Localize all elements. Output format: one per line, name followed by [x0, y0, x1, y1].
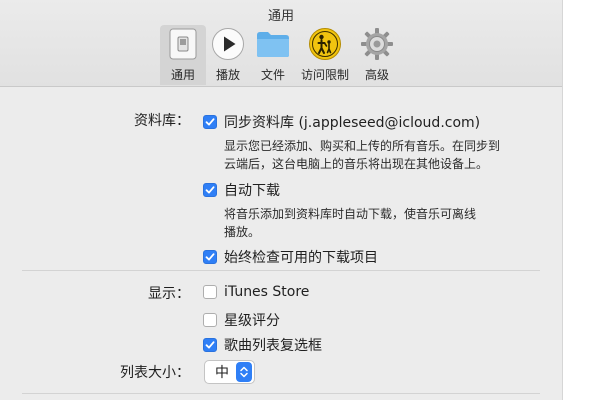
- always-check-row[interactable]: 始终检查可用的下载项目: [203, 247, 378, 267]
- preferences-content: 资料库： 同步资料库 (j.appleseed@icloud.com) 显示您已…: [0, 87, 562, 400]
- list-size-label: 列表大小：: [120, 365, 190, 381]
- gear-icon: [359, 27, 395, 61]
- auto-download-checkbox[interactable]: [203, 183, 217, 197]
- play-icon: [210, 27, 246, 61]
- star-rating-row[interactable]: 星级评分: [203, 310, 280, 330]
- auto-download-row[interactable]: 自动下载: [203, 180, 280, 200]
- always-check-label: 始终检查可用的下载项目: [224, 250, 378, 266]
- auto-download-desc-line-1: 将音乐添加到资料库时自动下载，使音乐可离线: [224, 207, 477, 221]
- auto-download-label: 自动下载: [224, 183, 280, 199]
- tab-advanced[interactable]: 高级: [357, 25, 397, 85]
- tab-files-label: 文件: [260, 68, 285, 82]
- tab-general-label: 通用: [170, 68, 195, 82]
- tab-restrictions-label: 访问限制: [300, 68, 349, 82]
- song-list-checkboxes-label: 歌曲列表复选框: [224, 338, 322, 354]
- star-rating-checkbox[interactable]: [203, 313, 217, 327]
- sync-desc-line-2: 云端后，这台电脑上的音乐将出现在其他设备上。: [224, 157, 489, 171]
- tab-restrictions[interactable]: 访问限制: [298, 25, 352, 85]
- song-list-checkboxes-checkbox[interactable]: [203, 338, 217, 352]
- star-rating-label: 星级评分: [224, 313, 280, 329]
- tab-advanced-label: 高级: [364, 68, 389, 82]
- auto-download-desc-line-2: 播放。: [224, 225, 261, 239]
- tab-general[interactable]: 通用: [160, 25, 206, 85]
- tab-files[interactable]: 文件: [252, 25, 294, 85]
- preferences-window: 通用 通用 播放 文件 访问限制 高级 资料库： 同步资料库 (j.apples…: [0, 0, 563, 400]
- show-label: 显示：: [148, 286, 190, 302]
- list-size-popup[interactable]: 中: [204, 360, 255, 384]
- itunes-store-checkbox[interactable]: [203, 285, 217, 299]
- itunes-store-label: iTunes Store: [224, 284, 310, 300]
- always-check-checkbox[interactable]: [203, 250, 217, 264]
- parental-controls-icon: [307, 27, 343, 61]
- sync-library-row[interactable]: 同步资料库 (j.appleseed@icloud.com): [203, 112, 480, 132]
- sync-desc-line-1: 显示您已经添加、购买和上传的所有音乐。在同步到: [224, 139, 501, 153]
- sync-library-checkbox[interactable]: [203, 115, 217, 129]
- song-list-checkboxes-row[interactable]: 歌曲列表复选框: [203, 335, 322, 355]
- sync-library-label: 同步资料库 (j.appleseed@icloud.com): [224, 115, 481, 131]
- general-switch-icon: [165, 27, 201, 61]
- auto-download-description: 将音乐添加到资料库时自动下载，使音乐可离线 播放。: [224, 205, 544, 241]
- list-size-value: 中: [215, 365, 229, 381]
- toolbar: 通用 通用 播放 文件 访问限制 高级: [0, 0, 562, 87]
- window-title: 通用: [267, 9, 294, 24]
- tab-playback-label: 播放: [215, 68, 240, 82]
- tab-playback[interactable]: 播放: [208, 25, 248, 85]
- bottom-divider: [22, 393, 540, 394]
- section-divider: [22, 270, 540, 271]
- itunes-store-row[interactable]: iTunes Store: [203, 284, 309, 300]
- folder-icon: [255, 27, 291, 61]
- chevron-up-down-icon: [236, 362, 252, 382]
- library-label: 资料库：: [134, 113, 190, 129]
- sync-library-description: 显示您已经添加、购买和上传的所有音乐。在同步到 云端后，这台电脑上的音乐将出现在…: [224, 137, 544, 173]
